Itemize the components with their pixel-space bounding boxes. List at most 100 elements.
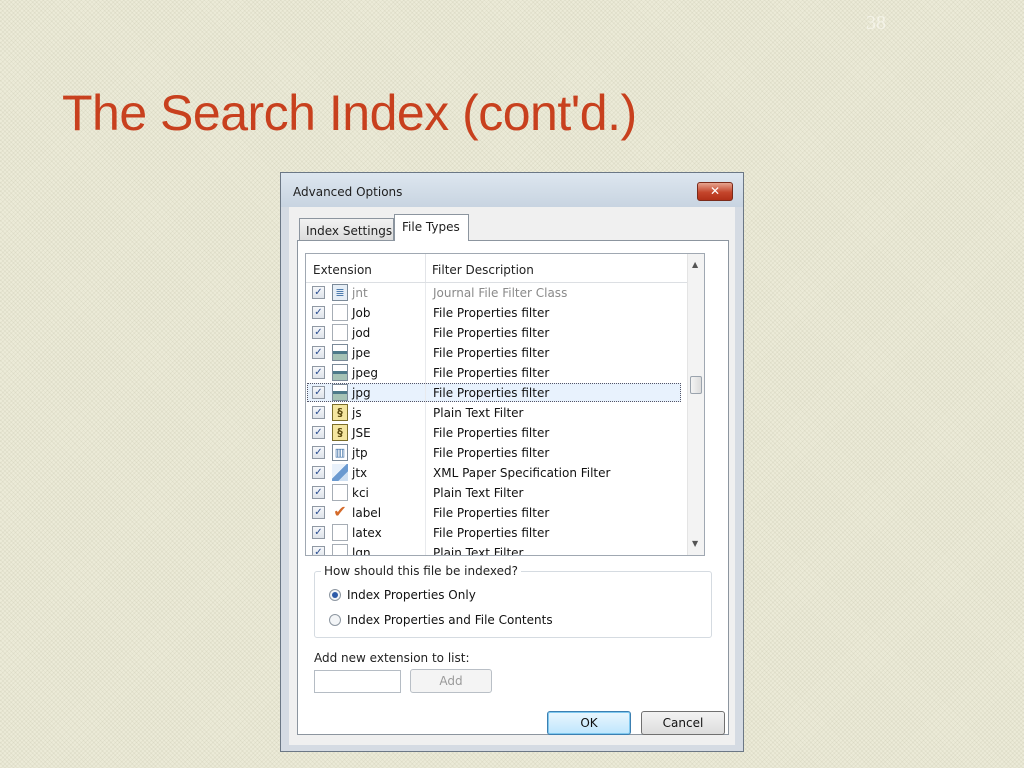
column-header-filter-description[interactable]: Filter Description (432, 263, 534, 277)
slide-title: The Search Index (cont'd.) (62, 85, 637, 141)
dialog-titlebar[interactable]: Advanced Options ✕ (281, 173, 743, 207)
row-checkbox[interactable]: ✓ (312, 406, 325, 419)
list-item[interactable]: ✓ Job File Properties filter (306, 303, 687, 323)
column-divider (425, 543, 426, 555)
column-divider (425, 523, 426, 543)
close-button[interactable]: ✕ (697, 182, 733, 201)
extension-cell: jpg (352, 386, 371, 400)
list-header: Extension Filter Description (306, 254, 687, 283)
list-item[interactable]: ✓ § JSE File Properties filter (306, 423, 687, 443)
filter-description-cell: File Properties filter (433, 386, 550, 400)
row-checkbox[interactable]: ✓ (312, 466, 325, 479)
list-item[interactable]: ✓ jtx XML Paper Specification Filter (306, 463, 687, 483)
filter-description-cell: Plain Text Filter (433, 486, 524, 500)
radio-button[interactable] (329, 614, 341, 626)
row-checkbox[interactable]: ✓ (312, 386, 325, 399)
extension-cell: JSE (352, 426, 371, 440)
row-checkbox[interactable]: ✓ (312, 426, 325, 439)
slide-number: 38 (866, 12, 886, 34)
row-checkbox[interactable]: ✓ (312, 546, 325, 555)
row-checkbox[interactable]: ✓ (312, 346, 325, 359)
column-divider (425, 343, 426, 363)
index-method-group (314, 571, 712, 638)
image-file-icon (332, 384, 348, 401)
scroll-up-icon[interactable]: ▲ (692, 260, 698, 269)
file-type-list[interactable]: Extension Filter Description ✓ ≣ jnt Journa… (305, 253, 705, 556)
extension-cell: jtp (352, 446, 368, 460)
extension-cell: js (352, 406, 362, 420)
index-method-label: How should this file be indexed? (321, 564, 522, 578)
row-checkbox[interactable]: ✓ (312, 286, 325, 299)
blank-file-icon (332, 524, 348, 541)
tab-file-types[interactable]: File Types (394, 214, 469, 241)
add-extension-label: Add new extension to list: (314, 651, 470, 665)
filter-description-cell: File Properties filter (433, 326, 550, 340)
scrollbar-thumb[interactable] (690, 376, 702, 394)
column-divider (425, 443, 426, 463)
column-divider (425, 423, 426, 443)
column-header-extension[interactable]: Extension (313, 263, 372, 277)
script-file-icon: § (332, 424, 348, 441)
scroll-down-icon[interactable]: ▼ (692, 539, 698, 548)
list-item[interactable]: ✓ jod File Properties filter (306, 323, 687, 343)
extension-cell: jtx (352, 466, 368, 480)
list-item[interactable]: ✓ jpg File Properties filter (306, 383, 687, 403)
tab-index-settings[interactable]: Index Settings (299, 218, 394, 240)
row-checkbox[interactable]: ✓ (312, 306, 325, 319)
radio-button-selected[interactable] (329, 589, 341, 601)
column-divider (425, 483, 426, 503)
journal-icon: ≣ (332, 284, 348, 301)
template-file-icon: ▥ (332, 444, 348, 461)
list-item[interactable]: ✓ ≣ jnt Journal File Filter Class (306, 283, 687, 303)
row-checkbox[interactable]: ✓ (312, 486, 325, 499)
advanced-options-dialog: Advanced Options ✕ Index Settings File T… (280, 172, 744, 752)
list-item[interactable]: ✓ kci Plain Text Filter (306, 483, 687, 503)
column-divider (425, 403, 426, 423)
row-checkbox[interactable]: ✓ (312, 326, 325, 339)
new-extension-input[interactable] (314, 670, 401, 693)
blank-file-icon (332, 324, 348, 341)
column-divider (425, 303, 426, 323)
column-divider (425, 463, 426, 483)
list-item[interactable]: ✓ § js Plain Text Filter (306, 403, 687, 423)
list-item[interactable]: ✓ ▥ jtp File Properties filter (306, 443, 687, 463)
radio-label: Index Properties Only (347, 588, 476, 602)
blank-file-icon (332, 304, 348, 321)
filter-description-cell: File Properties filter (433, 346, 550, 360)
extension-cell: latex (352, 526, 382, 540)
list-item[interactable]: ✓ lgn Plain Text Filter (306, 543, 687, 556)
column-divider[interactable] (425, 254, 426, 282)
row-checkbox[interactable]: ✓ (312, 526, 325, 539)
row-checkbox[interactable]: ✓ (312, 446, 325, 459)
list-item[interactable]: ✓ ✔ label File Properties filter (306, 503, 687, 523)
ok-button[interactable]: OK (547, 711, 631, 735)
close-icon: ✕ (709, 184, 721, 198)
list-item[interactable]: ✓ latex File Properties filter (306, 523, 687, 543)
row-checkbox[interactable]: ✓ (312, 506, 325, 519)
xps-file-icon (332, 464, 348, 481)
extension-cell: jpeg (352, 366, 378, 380)
cancel-button[interactable]: Cancel (641, 711, 725, 735)
image-file-icon (332, 364, 348, 381)
extension-cell: Job (352, 306, 371, 320)
image-file-icon (332, 344, 348, 361)
list-item[interactable]: ✓ jpeg File Properties filter (306, 363, 687, 383)
row-checkbox[interactable]: ✓ (312, 366, 325, 379)
extension-cell: kci (352, 486, 369, 500)
filter-description-cell: Plain Text Filter (433, 546, 524, 556)
blank-file-icon (332, 484, 348, 501)
list-scrollbar[interactable]: ▲ ▼ (687, 254, 704, 555)
extension-cell: jod (352, 326, 371, 340)
list-item[interactable]: ✓ jpe File Properties filter (306, 343, 687, 363)
extension-cell: lgn (352, 546, 371, 556)
extension-cell: label (352, 506, 382, 520)
filter-description-cell: File Properties filter (433, 446, 550, 460)
filter-description-cell: File Properties filter (433, 306, 550, 320)
add-button[interactable]: Add (410, 669, 492, 693)
filter-description-cell: Plain Text Filter (433, 406, 524, 420)
extension-cell: jnt (352, 286, 368, 300)
dialog-title: Advanced Options (293, 185, 403, 199)
list-rows: ✓ ≣ jnt Journal File Filter Class ✓ Job File P… (306, 283, 687, 556)
column-divider (425, 283, 426, 303)
script-file-icon: § (332, 404, 348, 421)
